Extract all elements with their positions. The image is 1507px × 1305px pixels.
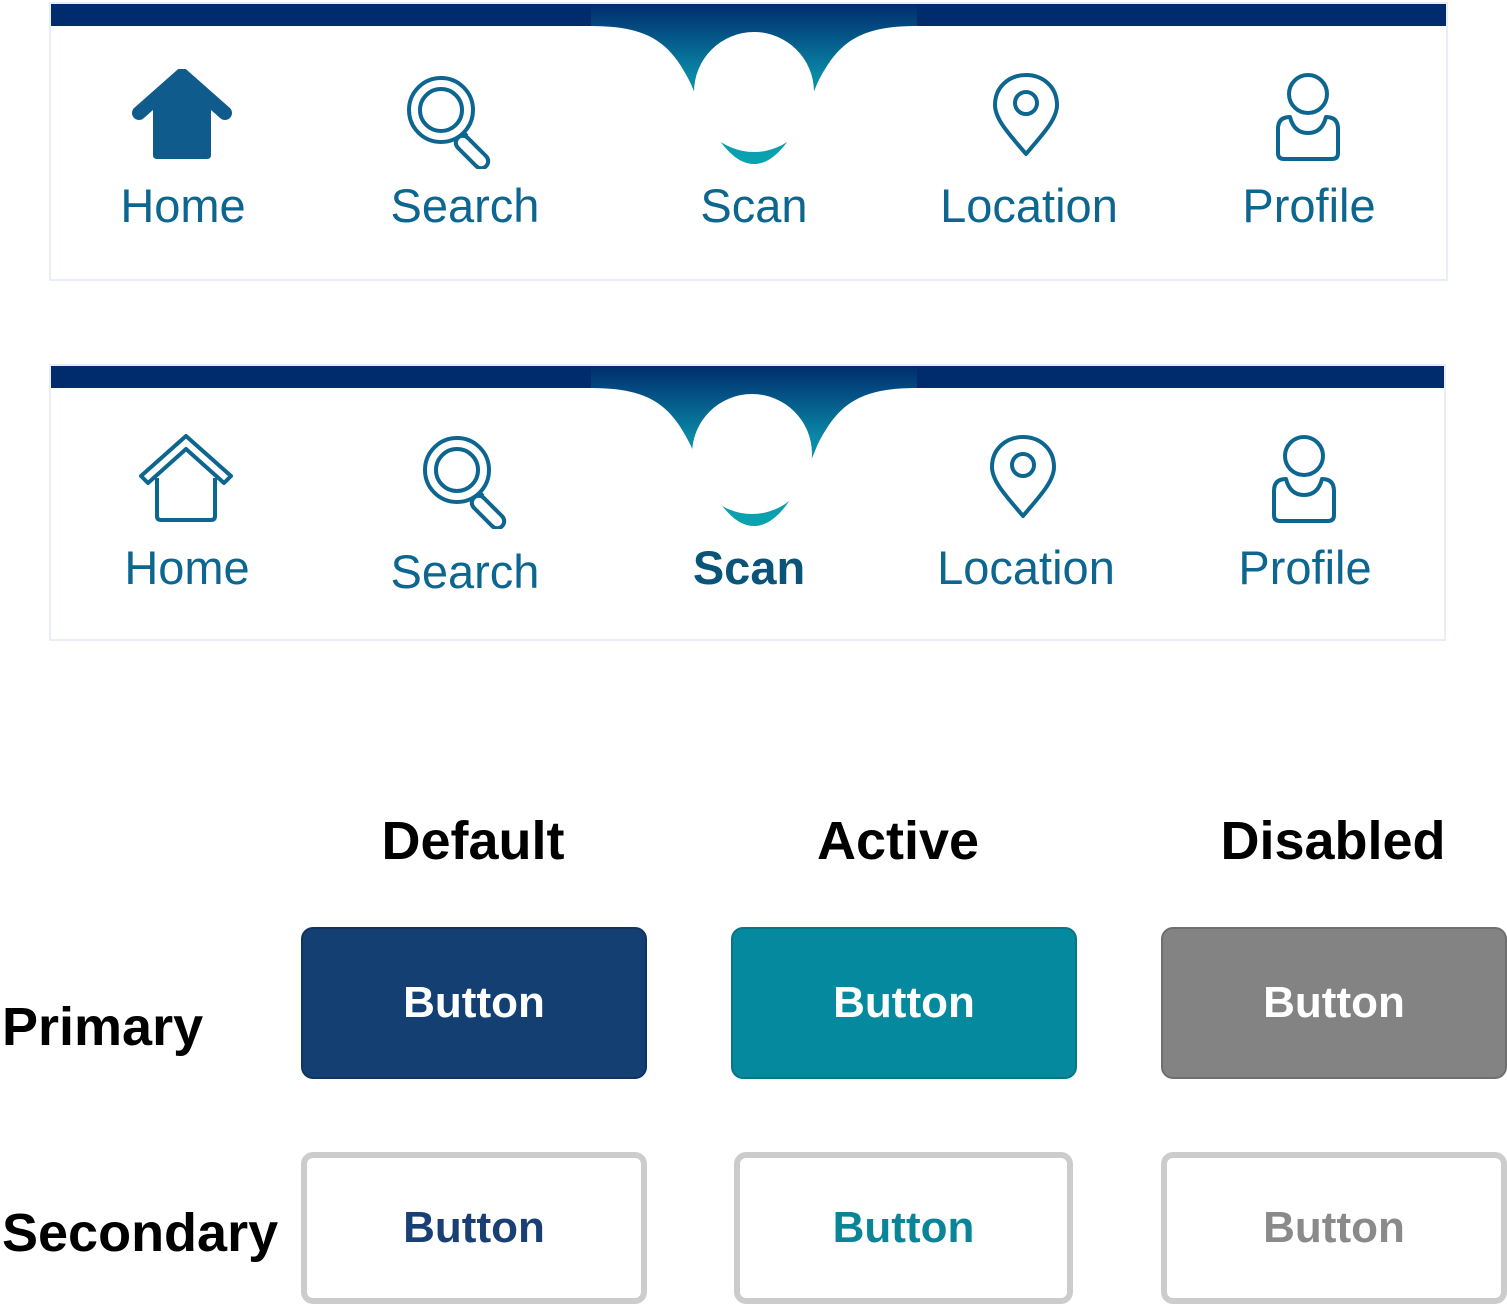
search-icon [407,76,491,169]
user-icon [1272,435,1336,523]
home-outline-icon [139,434,233,522]
primary-button-disabled: Button [1161,927,1507,1079]
secondary-button-active[interactable]: Button [734,1152,1073,1304]
nav-label-location: Location [937,541,1115,594]
bottom-nav-bar-scan-active: Home Search Scan Location Profile [49,364,1446,641]
location-pin-icon [990,435,1056,518]
bottom-nav-bar-default: Home Search Scan Location Profile [49,2,1448,281]
home-filled-icon [132,69,232,159]
button-label: Button [832,1203,975,1252]
column-header-default: Default [381,811,565,871]
nav-label-search: Search [390,179,540,232]
nav-item-location[interactable]: Location [896,366,1166,641]
scan-circle-icon[interactable] [694,32,814,152]
nav-label-profile: Profile [1242,179,1376,232]
nav-item-profile[interactable]: Profile [1176,366,1446,641]
button-label: Button [1263,978,1405,1027]
nav-item-home[interactable]: Home [51,366,321,641]
button-label: Button [403,1203,545,1252]
nav-label-scan: Scan [692,541,806,594]
nav-label-home: Home [120,179,246,232]
nav-label-profile: Profile [1238,541,1372,594]
nav-item-profile[interactable]: Profile [1176,4,1446,279]
nav-item-location[interactable]: Location [896,4,1166,279]
primary-button-active[interactable]: Button [731,927,1077,1079]
row-header-primary: Primary [2,997,204,1057]
row-header-secondary: Secondary [2,1203,279,1263]
search-icon [423,436,507,529]
location-pin-icon [993,73,1059,156]
column-header-active: Active [816,811,980,871]
primary-button-default[interactable]: Button [301,927,647,1079]
nav-label-search: Search [390,545,540,598]
button-label: Button [403,978,545,1027]
nav-item-search[interactable]: Search [331,4,601,279]
secondary-button-default[interactable]: Button [301,1152,647,1304]
nav-label-scan: Scan [700,179,808,232]
nav-item-home[interactable]: Home [51,4,321,279]
nav-item-search[interactable]: Search [331,366,601,641]
button-label: Button [1263,1203,1405,1252]
button-label: Button [833,978,975,1027]
column-header-disabled: Disabled [1220,811,1446,871]
nav-label-home: Home [124,541,250,594]
scan-circle-icon[interactable] [692,394,812,514]
nav-label-location: Location [940,179,1118,232]
user-icon [1276,73,1340,161]
secondary-button-disabled: Button [1161,1152,1507,1304]
